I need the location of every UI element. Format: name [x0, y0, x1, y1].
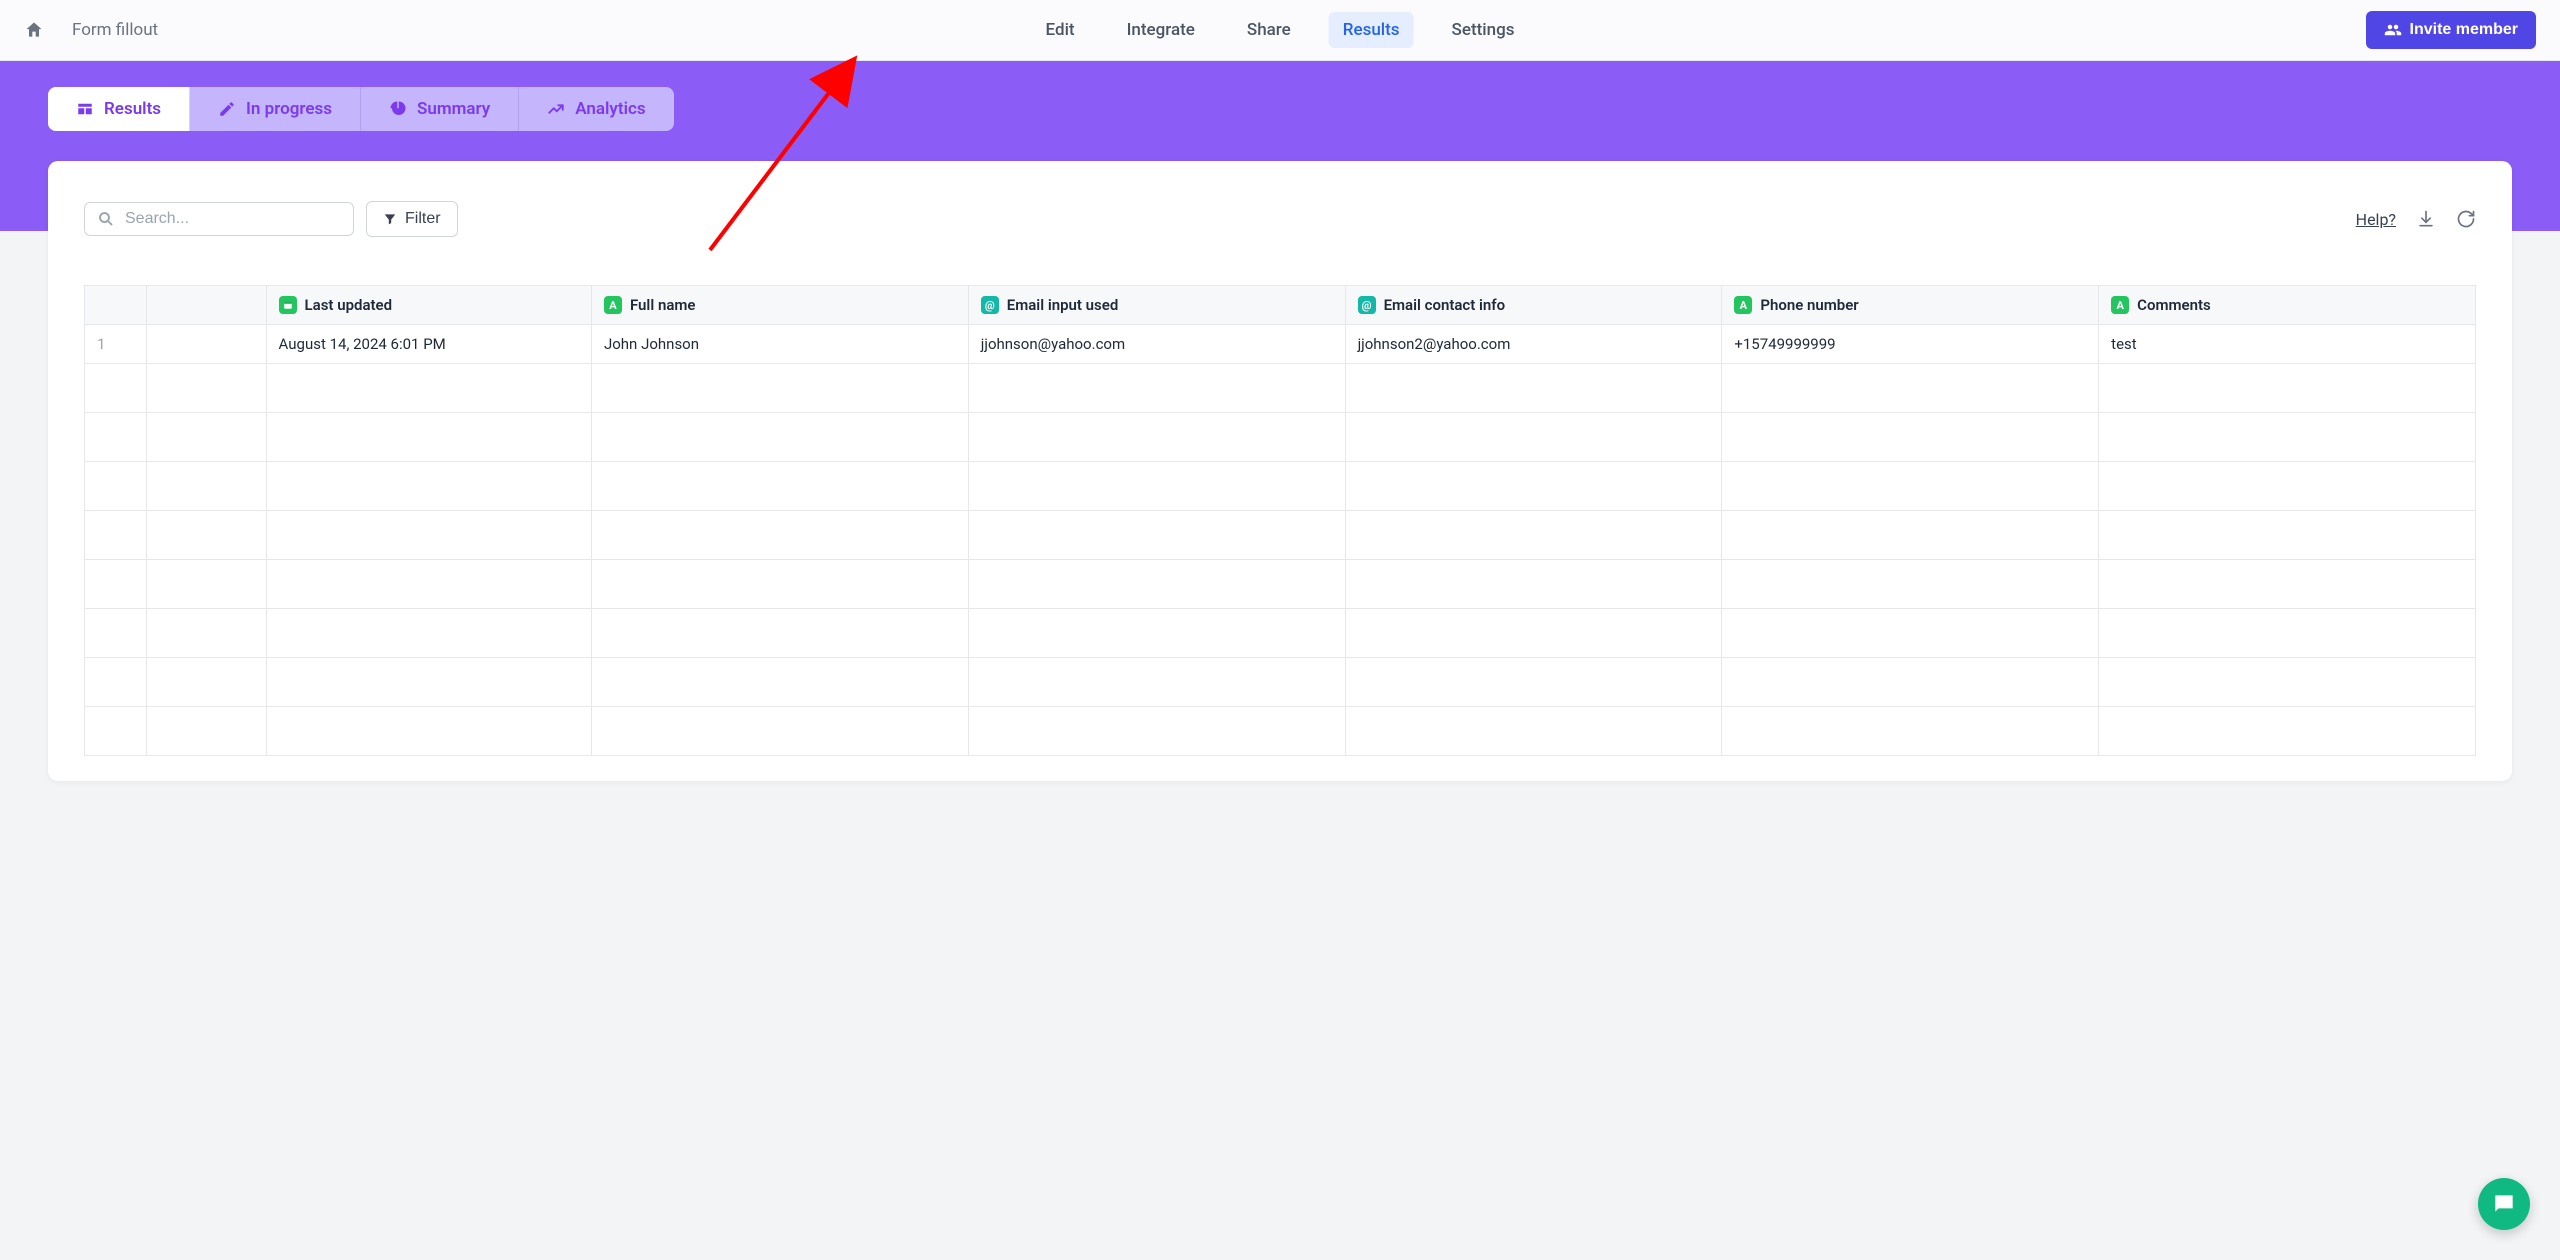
- table-body: 1 August 14, 2024 6:01 PM John Johnson j…: [85, 325, 2476, 756]
- filter-icon: [383, 212, 397, 226]
- filter-label: Filter: [405, 210, 441, 228]
- analytics-icon: [547, 100, 565, 118]
- table-empty-row: [85, 560, 2476, 609]
- nav-share[interactable]: Share: [1233, 12, 1305, 48]
- column-label: Comments: [2137, 296, 2211, 314]
- column-label: Full name: [630, 296, 696, 314]
- chat-fab[interactable]: [2478, 1178, 2530, 1230]
- search-icon: [97, 210, 115, 228]
- table-empty-row: [85, 707, 2476, 756]
- topbar: Form fillout Edit Integrate Share Result…: [0, 0, 2560, 61]
- column-header-comments[interactable]: A Comments: [2099, 286, 2476, 325]
- column-header-email-input-used[interactable]: @ Email input used: [968, 286, 1345, 325]
- table-empty-row: [85, 511, 2476, 560]
- table-empty-row: [85, 609, 2476, 658]
- form-title: Form fillout: [72, 20, 158, 40]
- email-type-icon: @: [981, 296, 999, 314]
- table-empty-row: [85, 658, 2476, 707]
- topbar-nav: Edit Integrate Share Results Settings: [1032, 12, 1529, 48]
- nav-settings[interactable]: Settings: [1438, 12, 1529, 48]
- invite-member-label: Invite member: [2410, 21, 2518, 39]
- topbar-left: Form fillout: [24, 20, 158, 40]
- column-header-phone-number[interactable]: A Phone number: [1722, 286, 2099, 325]
- calendar-icon: [279, 296, 297, 314]
- text-type-icon: A: [1734, 296, 1752, 314]
- subtab-in-progress-label: In progress: [246, 99, 332, 119]
- column-label: Last updated: [305, 296, 393, 314]
- cell-phone-number: +15749999999: [1722, 325, 2099, 364]
- cell-last-updated: August 14, 2024 6:01 PM: [266, 325, 591, 364]
- subtab-analytics-label: Analytics: [575, 99, 645, 119]
- subtab-in-progress[interactable]: In progress: [190, 87, 361, 131]
- toolbar-right: Help?: [2356, 209, 2476, 229]
- subtab-results-label: Results: [104, 99, 161, 119]
- column-header-blank: [146, 286, 266, 325]
- nav-edit[interactable]: Edit: [1032, 12, 1089, 48]
- results-panel: Filter Help?: [48, 161, 2512, 781]
- table-empty-row: [85, 413, 2476, 462]
- column-header-email-contact-info[interactable]: @ Email contact info: [1345, 286, 1722, 325]
- email-type-icon: @: [1358, 296, 1376, 314]
- row-blank-cell: [146, 325, 266, 364]
- table-header-row: Last updated A Full name @ Email input u…: [85, 286, 2476, 325]
- column-label: Phone number: [1760, 296, 1858, 314]
- column-header-full-name[interactable]: A Full name: [591, 286, 968, 325]
- table-empty-row: [85, 364, 2476, 413]
- subtab-summary-label: Summary: [417, 99, 490, 119]
- cell-comments: test: [2099, 325, 2476, 364]
- refresh-button[interactable]: [2456, 209, 2476, 229]
- subtab-results[interactable]: Results: [48, 87, 190, 131]
- search-input[interactable]: [125, 210, 341, 228]
- edit-icon: [218, 100, 236, 118]
- chat-icon: [2491, 1191, 2517, 1217]
- subtab-summary[interactable]: Summary: [361, 87, 519, 131]
- topbar-right: Invite member: [2366, 11, 2536, 49]
- table-empty-row: [85, 462, 2476, 511]
- cell-email-contact-info: jjohnson2@yahoo.com: [1345, 325, 1722, 364]
- filter-button[interactable]: Filter: [366, 201, 458, 237]
- column-label: Email input used: [1007, 296, 1119, 314]
- nav-integrate[interactable]: Integrate: [1113, 12, 1209, 48]
- row-index: 1: [85, 325, 147, 364]
- cell-email-input-used: jjohnson@yahoo.com: [968, 325, 1345, 364]
- download-button[interactable]: [2416, 209, 2436, 229]
- refresh-icon: [2456, 209, 2476, 229]
- search-wrap[interactable]: [84, 202, 354, 236]
- subtabs: Results In progress Summary Analytics: [48, 87, 674, 131]
- pie-chart-icon: [389, 100, 407, 118]
- text-type-icon: A: [604, 296, 622, 314]
- column-label: Email contact info: [1384, 296, 1506, 314]
- table-icon: [76, 100, 94, 118]
- home-button[interactable]: [24, 20, 44, 40]
- panel-toolbar: Filter Help?: [84, 201, 2476, 237]
- invite-member-button[interactable]: Invite member: [2366, 11, 2536, 49]
- text-type-icon: A: [2111, 296, 2129, 314]
- results-table: Last updated A Full name @ Email input u…: [84, 285, 2476, 756]
- people-icon: [2384, 21, 2402, 39]
- help-link[interactable]: Help?: [2356, 210, 2396, 229]
- nav-results[interactable]: Results: [1329, 12, 1414, 48]
- subtab-analytics[interactable]: Analytics: [519, 87, 673, 131]
- cell-full-name: John Johnson: [591, 325, 968, 364]
- column-header-last-updated[interactable]: Last updated: [266, 286, 591, 325]
- home-icon: [24, 20, 44, 40]
- table-row[interactable]: 1 August 14, 2024 6:01 PM John Johnson j…: [85, 325, 2476, 364]
- column-header-index: [85, 286, 147, 325]
- download-icon: [2416, 209, 2436, 229]
